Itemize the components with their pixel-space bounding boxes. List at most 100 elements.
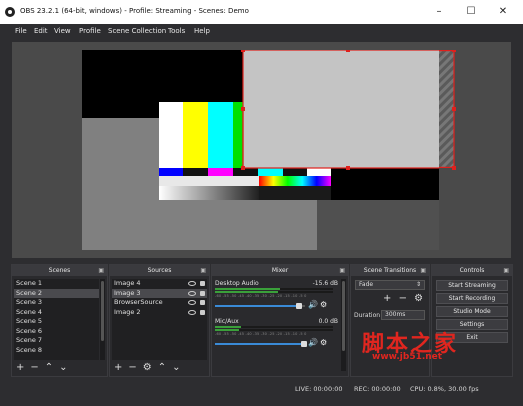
controls-header: Controls ▣	[432, 265, 512, 276]
selection-overflow	[439, 50, 456, 170]
add-icon[interactable]: +	[383, 293, 391, 304]
list-item[interactable]: Scene 3	[14, 298, 99, 308]
list-item[interactable]: Scene 4	[14, 308, 99, 318]
window-title: OBS 23.2.1 (64-bit, windows) - Profile: …	[20, 7, 249, 15]
eye-icon[interactable]	[188, 309, 196, 315]
float-icon[interactable]: ▣	[200, 265, 206, 276]
gear-icon[interactable]: ⚙	[414, 293, 423, 304]
sources-toolbar: + − ⚙ ⌃ ⌄	[114, 362, 187, 374]
obs-window: OBS 23.2.1 (64-bit, windows) - Profile: …	[0, 0, 523, 406]
controls-dock: Controls ▣ Start Streaming Start Recordin…	[431, 264, 513, 377]
menu-help[interactable]: Help	[194, 27, 210, 35]
channel-name: Desktop Audio	[215, 280, 259, 287]
menu-edit[interactable]: Edit	[34, 27, 48, 35]
add-icon[interactable]: +	[114, 362, 122, 373]
mixer-header: Mixer ▣	[212, 265, 348, 276]
gear-icon[interactable]: ⚙	[320, 300, 327, 309]
meter-ticks: -60 -55 -50 -45 -40 -35 -30 -25 -20 -15 …	[215, 294, 307, 298]
audio-meter	[215, 329, 333, 331]
audio-meter	[215, 288, 333, 290]
gear-icon[interactable]: ⚙	[320, 338, 327, 347]
float-icon[interactable]: ▣	[503, 265, 509, 276]
scrollbar[interactable]	[341, 279, 346, 371]
list-item[interactable]: Scene 1	[14, 279, 99, 289]
list-item[interactable]: Scene 8	[14, 346, 99, 356]
list-item[interactable]: Image 3	[112, 288, 207, 298]
menu-file[interactable]: File	[15, 27, 27, 35]
list-item[interactable]: Scene 6	[14, 327, 99, 337]
minimize-icon[interactable]: –	[424, 4, 454, 20]
lock-icon[interactable]	[200, 309, 205, 315]
scenes-list[interactable]: Scene 1 Scene 2 Scene 3 Scene 4 Scene 5 …	[14, 279, 99, 360]
chevron-down-icon: ⇕	[415, 281, 421, 288]
mixer-dock: Mixer ▣ Desktop Audio -15.6 dB -60 -55 -5…	[211, 264, 349, 377]
studio-mode-button[interactable]: Studio Mode	[436, 306, 508, 317]
float-icon[interactable]: ▣	[339, 265, 345, 276]
list-item[interactable]: Scene 7	[14, 336, 99, 346]
eye-icon[interactable]	[188, 290, 196, 296]
transition-toolbar: + − ⚙	[383, 293, 423, 304]
remove-icon[interactable]: −	[399, 293, 407, 304]
eye-icon[interactable]	[188, 300, 196, 305]
list-item[interactable]: BrowserSource	[112, 298, 207, 308]
preview-area[interactable]	[12, 42, 511, 258]
channel-db: 0.0 dB	[318, 318, 338, 325]
sources-dock: Sources ▣ Image 4 Image 3 BrowserSource I…	[109, 264, 210, 377]
image-3	[243, 50, 439, 168]
move-up-icon[interactable]: ⌃	[158, 362, 166, 373]
add-icon[interactable]: +	[16, 362, 24, 373]
list-item[interactable]: Scene 2	[14, 288, 99, 298]
lock-icon[interactable]	[200, 290, 205, 296]
speaker-icon[interactable]: 🔊	[308, 300, 318, 309]
status-bar: LIVE: 00:00:00 REC: 00:00:00 CPU: 0.8%, …	[0, 378, 523, 406]
scenes-header: Scenes ▣	[12, 265, 107, 276]
scenes-dock: Scenes ▣ Scene 1 Scene 2 Scene 3 Scene 4 …	[11, 264, 108, 377]
menu-scene-collection[interactable]: Scene Collection	[108, 27, 166, 35]
transitions-header: Scene Transitions ▣	[351, 265, 429, 276]
duration-input[interactable]: 300ms	[381, 310, 425, 320]
move-down-icon[interactable]: ⌄	[59, 362, 67, 373]
image-3-shadow	[317, 200, 439, 250]
start-recording-button[interactable]: Start Recording	[436, 293, 508, 304]
lock-icon[interactable]	[200, 281, 205, 286]
list-item[interactable]: Image 4	[112, 279, 207, 289]
duration-label: Duration	[354, 312, 381, 319]
close-icon[interactable]: ✕	[488, 4, 518, 20]
menu-tools[interactable]: Tools	[168, 27, 185, 35]
menu-bar: File Edit View Profile Scene Collection …	[0, 24, 523, 40]
scenes-toolbar: + − ⌃ ⌄	[16, 362, 74, 374]
volume-slider[interactable]	[215, 343, 305, 345]
volume-slider[interactable]	[215, 305, 297, 307]
remove-icon[interactable]: −	[128, 362, 136, 373]
menu-profile[interactable]: Profile	[79, 27, 101, 35]
channel-db: -15.6 dB	[312, 280, 338, 287]
program-canvas[interactable]	[82, 48, 455, 250]
audio-meter	[215, 326, 333, 328]
sources-header: Sources ▣	[110, 265, 209, 276]
volume-knob[interactable]	[296, 303, 302, 309]
list-item[interactable]: Scene 5	[14, 317, 99, 327]
title-bar: OBS 23.2.1 (64-bit, windows) - Profile: …	[0, 0, 523, 24]
lock-icon[interactable]	[200, 300, 205, 305]
list-item[interactable]: Image 2	[112, 308, 207, 318]
rec-status: REC: 00:00:00	[354, 385, 401, 393]
audio-meter	[215, 291, 333, 293]
scrollbar[interactable]	[100, 279, 105, 360]
float-icon[interactable]: ▣	[420, 265, 426, 276]
volume-knob[interactable]	[301, 341, 307, 347]
move-down-icon[interactable]: ⌄	[172, 362, 180, 373]
speaker-icon[interactable]: 🔊	[308, 338, 318, 347]
maximize-icon[interactable]: ☐	[456, 4, 486, 20]
menu-view[interactable]: View	[54, 27, 71, 35]
transition-select[interactable]: Fade ⇕	[355, 280, 425, 290]
channel-name: Mic/Aux	[215, 318, 239, 325]
start-streaming-button[interactable]: Start Streaming	[436, 280, 508, 291]
move-up-icon[interactable]: ⌃	[45, 362, 53, 373]
gear-icon[interactable]: ⚙	[143, 362, 152, 373]
float-icon[interactable]: ▣	[98, 265, 104, 276]
live-status: LIVE: 00:00:00	[295, 385, 343, 393]
remove-icon[interactable]: −	[30, 362, 38, 373]
eye-icon[interactable]	[188, 281, 196, 286]
sources-list[interactable]: Image 4 Image 3 BrowserSource Image 2	[112, 279, 207, 360]
obs-logo-icon	[5, 7, 15, 17]
